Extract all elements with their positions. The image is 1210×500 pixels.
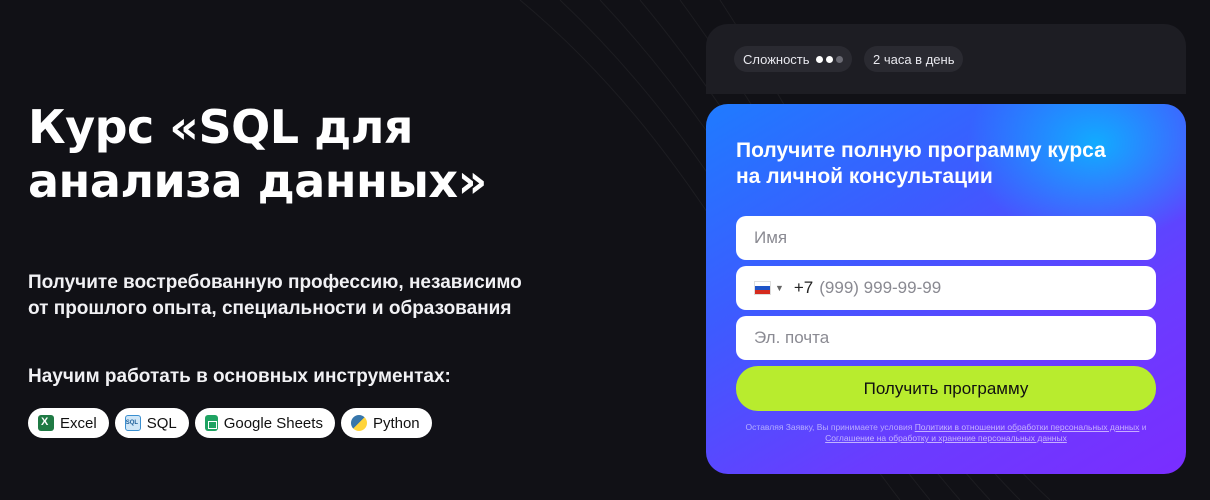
- email-input[interactable]: [754, 328, 1138, 348]
- get-program-button[interactable]: Получить программу: [736, 366, 1156, 411]
- difficulty-badge: Сложность: [734, 46, 852, 72]
- russia-flag-icon[interactable]: [754, 281, 771, 295]
- phone-field[interactable]: ▼ +7: [736, 266, 1156, 310]
- legal-notice: Оставляя Заявку, Вы принимаете условия П…: [736, 422, 1156, 444]
- tool-chip-sql: SQL: [114, 408, 189, 438]
- tool-chip-label: Excel: [60, 414, 97, 432]
- hero-subtitle: Получите востребованную профессию, незав…: [28, 272, 522, 319]
- sql-icon: [124, 415, 141, 431]
- tools-list: Excel SQL Google Sheets Python: [28, 408, 432, 438]
- tool-chip-label: Python: [372, 414, 420, 432]
- schedule-badge: 2 часа в день: [864, 46, 964, 72]
- schedule-label: 2 часа в день: [873, 51, 955, 67]
- difficulty-label: Сложность: [743, 51, 810, 67]
- tools-heading: Научим работать в основных инструментах:: [28, 366, 451, 387]
- python-icon: [350, 415, 367, 431]
- data-processing-agreement-link[interactable]: Соглашение на обработку и хранение персо…: [825, 433, 1067, 443]
- consultation-form: Получите полную программу курса на лично…: [706, 104, 1186, 474]
- tool-chip-excel: Excel: [28, 408, 109, 438]
- tool-chip-python: Python: [340, 408, 432, 438]
- tool-chip-google-sheets: Google Sheets: [194, 408, 335, 438]
- phone-input[interactable]: [819, 278, 1138, 298]
- chevron-down-icon[interactable]: ▼: [775, 283, 784, 293]
- legal-prefix: Оставляя Заявку, Вы принимаете условия: [745, 422, 915, 432]
- difficulty-dot-empty: [835, 55, 843, 63]
- google-sheets-icon: [204, 415, 218, 431]
- difficulty-dot-filled: [815, 55, 823, 63]
- difficulty-dots: [815, 55, 843, 63]
- tool-chip-label: SQL: [146, 414, 177, 432]
- privacy-policy-link[interactable]: Политики в отношении обработки персональ…: [915, 422, 1140, 432]
- difficulty-dot-filled: [825, 55, 833, 63]
- legal-and: и: [1139, 422, 1147, 432]
- phone-prefix: +7: [793, 278, 814, 297]
- name-field[interactable]: [736, 216, 1156, 260]
- hero-section: Курс «SQL для анализа данных»: [28, 100, 648, 208]
- page-title: Курс «SQL для анализа данных»: [28, 100, 487, 208]
- tool-chip-label: Google Sheets: [223, 414, 323, 432]
- name-input[interactable]: [754, 228, 1138, 248]
- form-title: Получите полную программу курса на лично…: [736, 139, 1106, 188]
- course-meta-card: Сложность 2 часа в день: [706, 24, 1186, 94]
- excel-icon: [38, 415, 54, 431]
- email-field[interactable]: [736, 316, 1156, 360]
